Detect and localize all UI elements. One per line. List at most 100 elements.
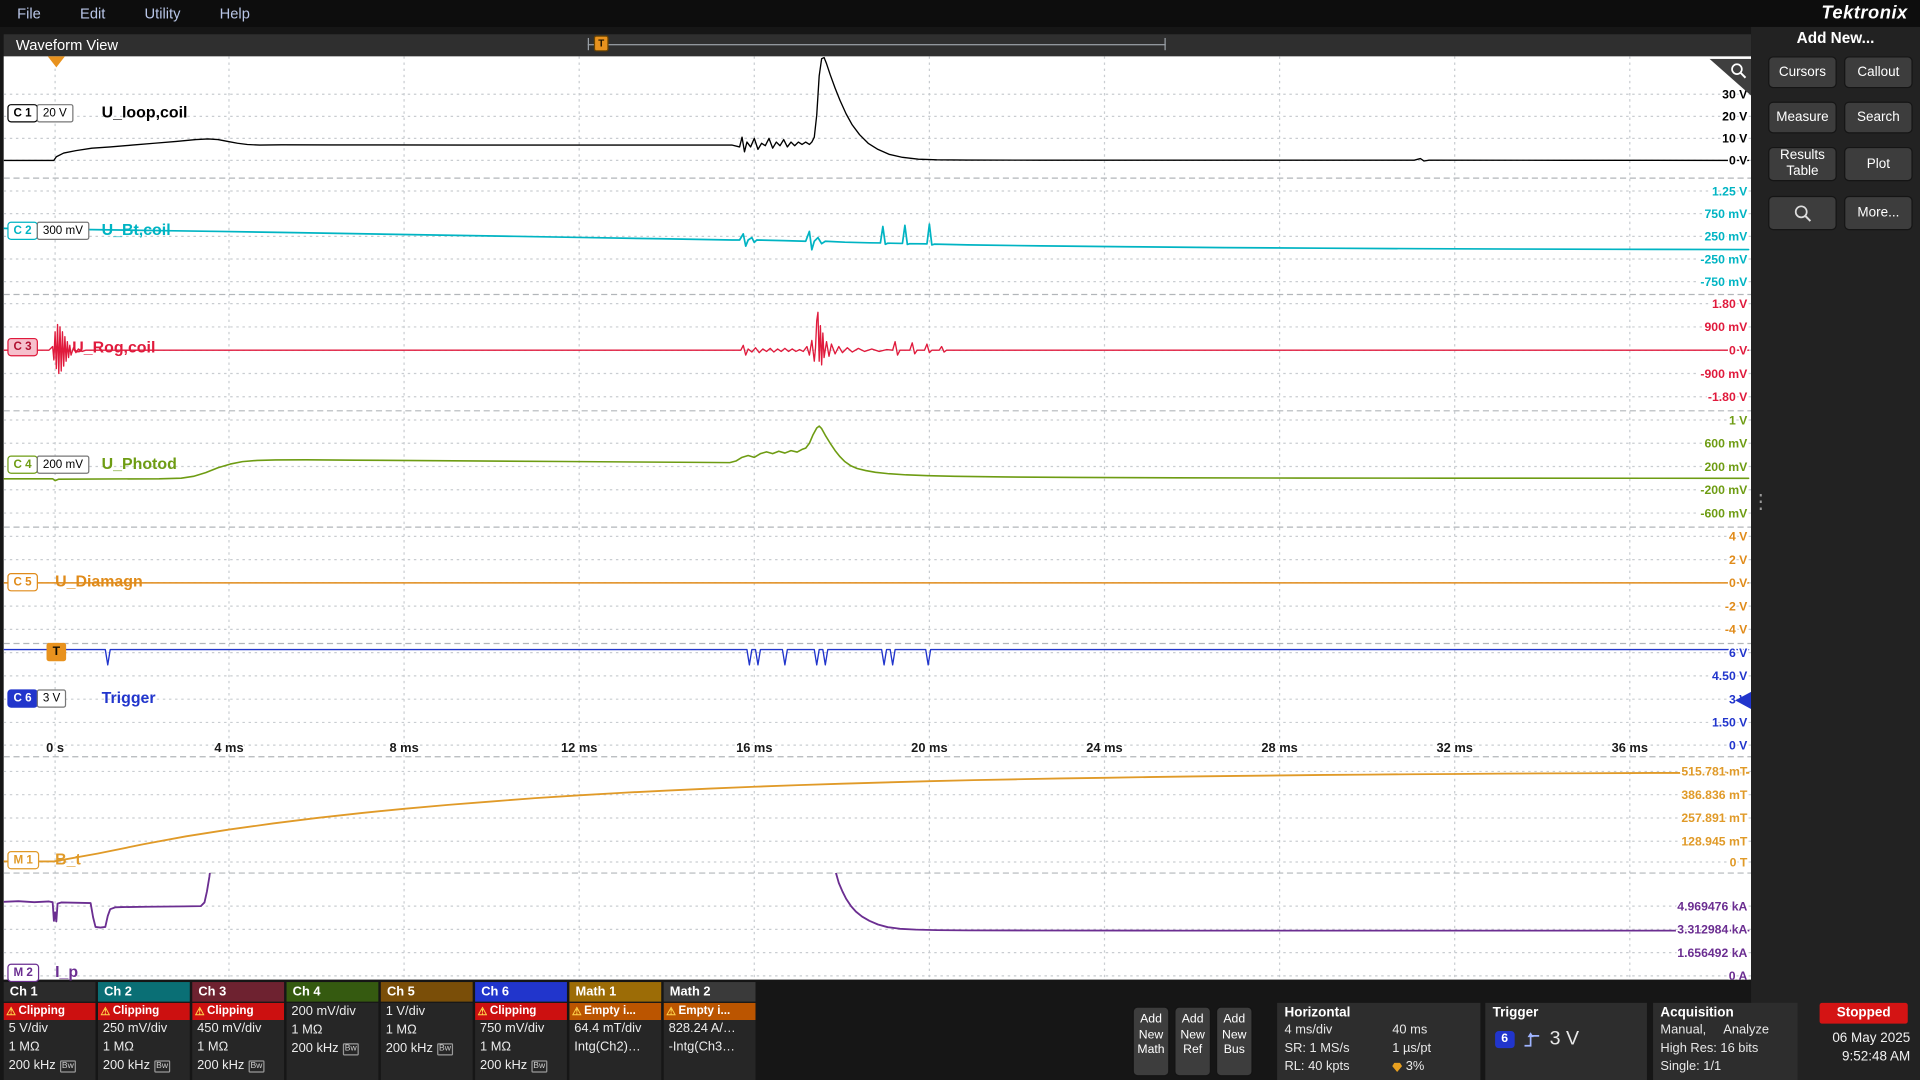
- menu-help[interactable]: Help: [220, 5, 250, 22]
- channel-label-c4: U_Photod: [102, 454, 177, 472]
- add-new-ref-button[interactable]: AddNewRef: [1174, 1007, 1211, 1077]
- time-axis-label: 24 ms: [1086, 740, 1122, 755]
- channel-tab-math1[interactable]: Math 1: [569, 982, 661, 1002]
- menu-file[interactable]: File: [17, 5, 41, 22]
- channel-tab-ch6[interactable]: Ch 6: [475, 982, 567, 1002]
- channel-info-row: 5 V/div: [4, 1020, 96, 1038]
- run-stop-status-button[interactable]: Stopped: [1820, 1003, 1908, 1024]
- plot-button[interactable]: Plot: [1844, 147, 1913, 181]
- axis-label-m1: 0 T: [1730, 855, 1748, 869]
- search-button[interactable]: Search: [1844, 102, 1913, 134]
- axis-label-m1: 128.945 mT: [1681, 835, 1748, 849]
- channel-tab-ch2[interactable]: Ch 2: [98, 982, 190, 1002]
- channel-warning-banner: ⚠Clipping: [98, 1003, 190, 1020]
- analyze-button[interactable]: Analyze: [1723, 1021, 1769, 1039]
- channel-card-ch3[interactable]: ⚠Clipping450 mV/div1 MΩ200 kHzBw: [192, 1003, 284, 1080]
- callout-button[interactable]: Callout: [1844, 56, 1913, 88]
- channel-scale-c6[interactable]: 3 V: [37, 689, 67, 707]
- waveform-svg[interactable]: 30 V20 V10 V0 V1.25 V750 mV250 mV-250 mV…: [4, 56, 1751, 979]
- channel-warning-banner: ⚠Clipping: [4, 1003, 96, 1020]
- waveform-plot-area[interactable]: 30 V20 V10 V0 V1.25 V750 mV250 mV-250 mV…: [4, 56, 1751, 979]
- channel-badge-c3[interactable]: C 3: [7, 338, 37, 356]
- channel-info-row: 200 kHzBw: [4, 1057, 96, 1075]
- menu-edit[interactable]: Edit: [80, 5, 105, 22]
- cursors-button[interactable]: Cursors: [1768, 56, 1837, 88]
- axis-label-ch1: 30 V: [1722, 88, 1748, 102]
- warning-icon: ⚠: [666, 1003, 676, 1020]
- channel-tab-math2[interactable]: Math 2: [664, 982, 756, 1002]
- trigger-source[interactable]: 6: [1495, 1031, 1514, 1048]
- channel-info-row: 200 kHzBw: [381, 1040, 473, 1058]
- channel-info-row: 200 kHzBw: [287, 1040, 379, 1058]
- channel-badge-c4[interactable]: C 4: [7, 456, 37, 474]
- trigger-level-marker[interactable]: [1735, 692, 1751, 709]
- axis-label-ch2: 750 mV: [1704, 207, 1748, 221]
- bandwidth-limit-icon: Bw: [59, 1060, 76, 1072]
- trigger-position-marker[interactable]: T: [594, 36, 609, 52]
- right-sidebar: Add New... Cursors Callout Measure Searc…: [1751, 27, 1920, 1080]
- channel-info-row: 1 V/div: [381, 1003, 473, 1021]
- channel-label-c2: U_Bt,coil: [102, 220, 171, 238]
- channel-badge-c5[interactable]: C 5: [7, 573, 37, 591]
- channel-tab-ch5[interactable]: Ch 5: [381, 982, 473, 1002]
- zoom-button[interactable]: [1768, 196, 1837, 230]
- channel-warning-banner: ⚠Clipping: [192, 1003, 284, 1020]
- time-axis-label: 4 ms: [214, 740, 243, 755]
- channel-card-ch6[interactable]: ⚠Clipping750 mV/div1 MΩ200 kHzBw: [475, 1003, 567, 1080]
- channel-badge-c1[interactable]: C 1: [7, 104, 37, 122]
- add-new-bus-button[interactable]: AddNewBus: [1216, 1007, 1253, 1077]
- more-button[interactable]: More...: [1844, 196, 1913, 230]
- channel-label-c1: U_loop,coil: [102, 103, 188, 121]
- results-table-button[interactable]: Results Table: [1768, 147, 1837, 181]
- acquisition-panel[interactable]: Acquisition Manual, Analyze High Res: 16…: [1653, 1003, 1797, 1080]
- channel-badge-m1[interactable]: M 1: [7, 851, 39, 869]
- trigger-panel[interactable]: Trigger 6 3 V: [1485, 1003, 1647, 1080]
- axis-label-m2: 4.969476 kA: [1677, 899, 1747, 913]
- channel-card-ch1[interactable]: ⚠Clipping5 V/div1 MΩ200 kHzBw: [4, 1003, 96, 1080]
- warning-icon: ⚠: [478, 1003, 488, 1020]
- datetime-display: 06 May 2025 9:52:48 AM: [1815, 1030, 1911, 1067]
- axis-label-m1: 515.781 mT: [1681, 765, 1748, 779]
- channel-badge-m2[interactable]: M 2: [7, 964, 39, 982]
- add-new-math-button[interactable]: AddNewMath: [1133, 1007, 1170, 1077]
- channel-badge-c6[interactable]: C 6: [7, 689, 37, 707]
- channel-card-ch4[interactable]: 200 mV/div1 MΩ200 kHzBw: [287, 1003, 379, 1080]
- channel-scale-c1[interactable]: 20 V: [37, 104, 73, 122]
- time-axis-label: 32 ms: [1436, 740, 1472, 755]
- splitter-drag-handle-icon[interactable]: ⋮: [1751, 490, 1768, 514]
- axis-label-ch4: 1 V: [1729, 413, 1748, 427]
- pan-left-bracket: [588, 38, 589, 50]
- channel-tab-ch3[interactable]: Ch 3: [192, 982, 284, 1002]
- horizontal-panel[interactable]: Horizontal 4 ms/div 40 ms SR: 1 MS/s 1 µ…: [1277, 1003, 1480, 1080]
- axis-label-ch4: 600 mV: [1704, 437, 1748, 451]
- channel-card-math1[interactable]: ⚠Empty i...64.4 mT/divIntg(Ch2)…: [569, 1003, 661, 1080]
- time-axis-label: 8 ms: [389, 740, 418, 755]
- trigger-title: Trigger: [1485, 1003, 1647, 1021]
- axis-label-ch4: 200 mV: [1704, 460, 1748, 474]
- horizontal-sample-rate: SR: 1 MS/s: [1284, 1040, 1392, 1058]
- channel-tab-ch4[interactable]: Ch 4: [287, 982, 379, 1002]
- bandwidth-limit-icon: Bw: [248, 1060, 265, 1072]
- horizontal-resolution: 1 µs/pt: [1392, 1040, 1431, 1058]
- channel-scale-c4[interactable]: 200 mV: [37, 456, 89, 474]
- channel-badge-c2[interactable]: C 2: [7, 222, 37, 240]
- warning-icon: ⚠: [6, 1003, 16, 1020]
- channel-label-m1: B_t: [55, 850, 81, 868]
- channel-info-row: 200 kHzBw: [98, 1057, 190, 1075]
- measure-button[interactable]: Measure: [1768, 102, 1837, 134]
- channel-scale-c2[interactable]: 300 mV: [37, 222, 89, 240]
- horizontal-position-icon: [1392, 1062, 1402, 1072]
- trigger-time-marker-icon[interactable]: [48, 56, 65, 67]
- menu-utility[interactable]: Utility: [145, 5, 181, 22]
- trigger-source-badge[interactable]: T: [47, 643, 67, 661]
- axis-label-ch5: 2 V: [1729, 553, 1748, 567]
- axis-label-m2: 0 A: [1729, 969, 1748, 979]
- horizontal-pan-indicator[interactable]: T: [588, 36, 1166, 53]
- warning-icon: ⚠: [195, 1003, 205, 1020]
- axis-label-ch5: 4 V: [1729, 530, 1748, 544]
- channel-card-ch2[interactable]: ⚠Clipping250 mV/div1 MΩ200 kHzBw: [98, 1003, 190, 1080]
- channel-card-math2[interactable]: ⚠Empty i...828.24 A/…-Intg(Ch3…: [664, 1003, 756, 1080]
- channel-tab-ch1[interactable]: Ch 1: [4, 982, 96, 1002]
- time-axis-label: 36 ms: [1612, 740, 1648, 755]
- channel-card-ch5[interactable]: 1 V/div1 MΩ200 kHzBw: [381, 1003, 473, 1080]
